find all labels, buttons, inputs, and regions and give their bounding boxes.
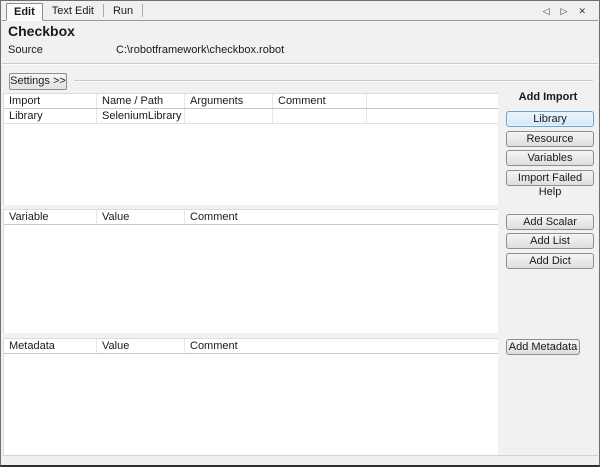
- header-divider: [2, 63, 598, 65]
- tab-run[interactable]: Run: [104, 4, 144, 17]
- variable-table: Variable Value Comment: [3, 209, 498, 333]
- tab-close-icon[interactable]: ✕: [578, 6, 586, 17]
- resource-button[interactable]: Resource: [506, 131, 594, 147]
- import-table: Import Name / Path Arguments Comment Lib…: [3, 93, 498, 205]
- import-header-name-path: Name / Path: [97, 94, 185, 108]
- metadata-header-value: Value: [97, 339, 185, 353]
- settings-toggle-button[interactable]: Settings >>: [9, 73, 67, 90]
- tab-scroll-left-icon[interactable]: ◁: [543, 6, 550, 17]
- ride-editor-window: Edit Text Edit Run ◁ ▷ ✕ Checkbox Source…: [0, 0, 600, 467]
- tab-text-edit[interactable]: Text Edit: [43, 4, 104, 17]
- variable-table-header-row: Variable Value Comment: [4, 210, 498, 225]
- import-cell-comment[interactable]: [273, 109, 367, 123]
- add-list-button[interactable]: Add List: [506, 233, 594, 249]
- import-table-header-row: Import Name / Path Arguments Comment: [4, 94, 498, 109]
- import-cell-empty[interactable]: [367, 109, 498, 123]
- add-dict-button[interactable]: Add Dict: [506, 253, 594, 269]
- import-header-comment: Comment: [273, 94, 367, 108]
- import-cell-arguments[interactable]: [185, 109, 273, 123]
- table-row: Library SeleniumLibrary: [4, 109, 498, 124]
- import-header-empty: [367, 94, 498, 108]
- import-failed-help-button[interactable]: Import Failed Help: [506, 170, 594, 198]
- metadata-header-metadata: Metadata: [4, 339, 97, 353]
- variable-header-value: Value: [97, 210, 185, 224]
- metadata-table-header-row: Metadata Value Comment: [4, 339, 498, 354]
- import-header-arguments: Arguments: [185, 94, 273, 108]
- import-cell-type[interactable]: Library: [4, 109, 97, 123]
- variables-button[interactable]: Variables: [506, 150, 594, 166]
- editor-tabbar: Edit Text Edit Run ◁ ▷ ✕: [2, 2, 598, 21]
- tab-nav-controls: ◁ ▷ ✕: [543, 2, 586, 20]
- import-cell-name[interactable]: SeleniumLibrary: [97, 109, 185, 123]
- metadata-header-comment: Comment: [190, 340, 238, 352]
- tab-edit[interactable]: Edit: [6, 3, 43, 21]
- source-label: Source: [8, 44, 43, 56]
- library-button[interactable]: Library: [506, 111, 594, 127]
- settings-divider-line: [74, 80, 593, 82]
- add-metadata-button[interactable]: Add Metadata: [506, 339, 580, 355]
- import-header-import: Import: [4, 94, 97, 108]
- add-import-label: Add Import: [518, 91, 578, 103]
- bottom-status-strip: [2, 455, 598, 465]
- source-path: C:\robotframework\checkbox.robot: [116, 44, 285, 56]
- metadata-table: Metadata Value Comment: [3, 338, 498, 456]
- page-title: Checkbox: [8, 23, 75, 39]
- variable-header-variable: Variable: [4, 210, 97, 224]
- add-scalar-button[interactable]: Add Scalar: [506, 214, 594, 230]
- variable-header-comment: Comment: [190, 211, 238, 223]
- tab-scroll-right-icon[interactable]: ▷: [561, 6, 568, 17]
